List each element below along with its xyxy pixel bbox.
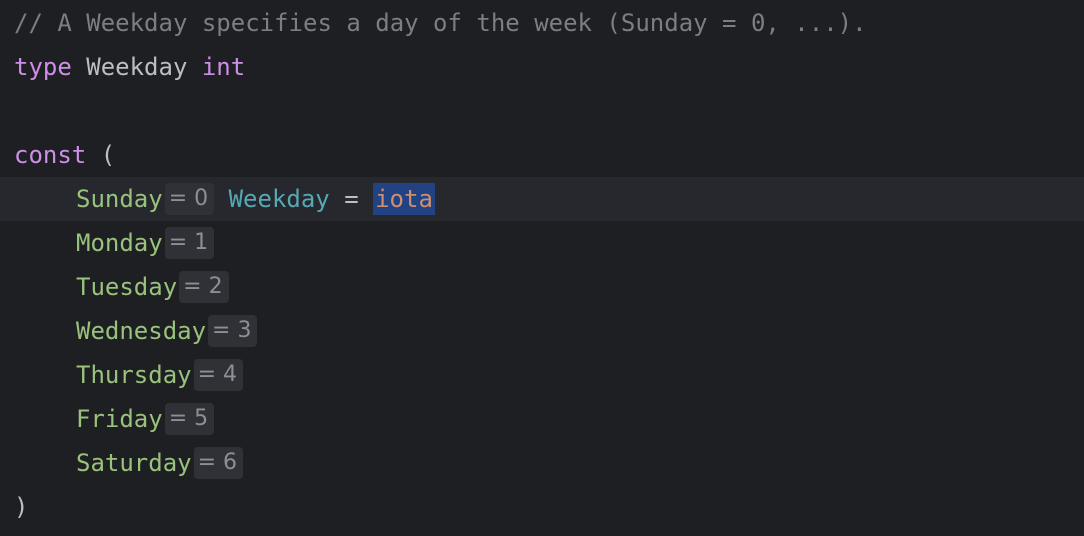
- inlay-value-hint: = 4: [193, 359, 244, 391]
- inlay-value-hint: = 2: [179, 271, 229, 303]
- code-line-current[interactable]: Sunday = 0 Weekday = iota: [0, 177, 1084, 221]
- code-line-const-open[interactable]: const (: [0, 133, 1084, 177]
- comment-ref-sunday: Sunday: [620, 9, 708, 37]
- keyword-type: type: [14, 53, 72, 81]
- comment-prefix: // A: [14, 9, 87, 37]
- comment-suffix: = 0, ...).: [707, 9, 867, 37]
- const-name: Saturday: [76, 449, 192, 477]
- comment-ref-weekday: Weekday: [86, 9, 188, 37]
- code-line-const[interactable]: Friday = 5: [0, 397, 1084, 441]
- const-type: Weekday: [228, 185, 330, 213]
- code-line-const[interactable]: Thursday = 4: [0, 353, 1084, 397]
- inlay-value-hint: = 5: [164, 403, 215, 435]
- inlay-value-hint: = 0: [164, 183, 215, 215]
- inlay-value-hint: = 6: [193, 447, 244, 479]
- type-name: Weekday: [71, 53, 202, 81]
- const-name: Tuesday: [76, 273, 178, 301]
- type-base: int: [201, 53, 246, 81]
- code-editor[interactable]: // A Weekday specifies a day of the week…: [0, 0, 1084, 536]
- code-line-const[interactable]: Wednesday = 3: [0, 309, 1084, 353]
- const-open-paren: (: [86, 141, 116, 169]
- const-name: Thursday: [76, 361, 192, 389]
- keyword-const: const: [14, 141, 87, 169]
- code-line-const[interactable]: Tuesday = 2: [0, 265, 1084, 309]
- inlay-value-hint: = 1: [164, 227, 215, 259]
- const-close-paren: ): [14, 493, 29, 521]
- const-name: Wednesday: [76, 317, 207, 345]
- inlay-value-hint: = 3: [208, 315, 258, 347]
- const-name: Monday: [76, 229, 163, 257]
- code-line-empty[interactable]: [0, 89, 1084, 133]
- code-line-type-decl[interactable]: type Weekday int: [0, 45, 1084, 89]
- selected-iota[interactable]: iota: [373, 183, 435, 215]
- code-line-comment[interactable]: // A Weekday specifies a day of the week…: [0, 1, 1084, 45]
- const-name: Sunday: [76, 185, 163, 213]
- code-line-const-close[interactable]: ): [0, 485, 1084, 529]
- code-line-const[interactable]: Saturday = 6: [0, 441, 1084, 485]
- code-line-const[interactable]: Monday = 1: [0, 221, 1084, 265]
- const-name: Friday: [76, 405, 163, 433]
- assign-operator: =: [329, 185, 374, 213]
- comment-middle: specifies a day of the week (: [187, 9, 621, 37]
